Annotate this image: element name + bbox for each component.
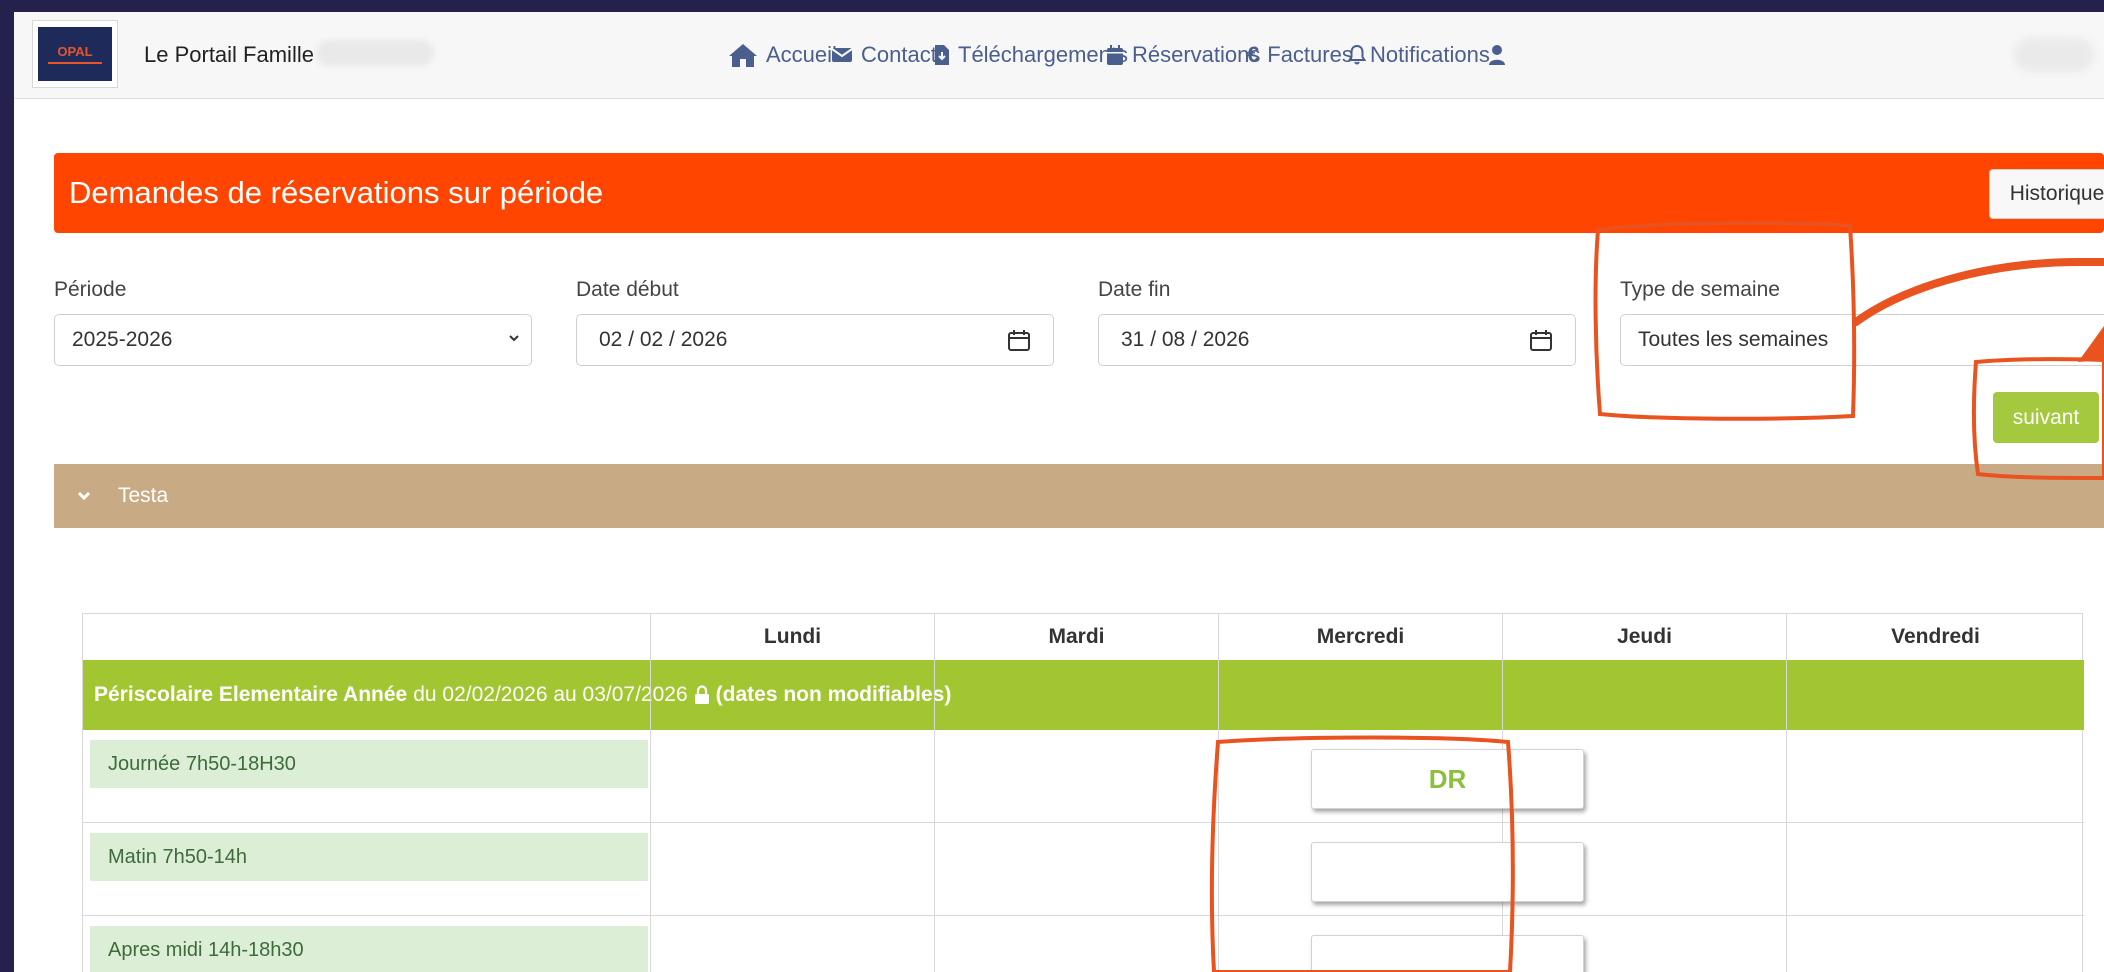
user-name-redacted <box>2014 38 2094 72</box>
table-header-day: Lundi <box>651 614 935 660</box>
nav-accueil-label: Accueil <box>766 42 837 67</box>
page-title: Demandes de réservations sur période <box>69 175 604 210</box>
app-window: OPAL Le Portail Famille Accueil Contact … <box>14 12 2104 972</box>
date-debut-label: Date début <box>576 278 679 301</box>
brand-name-redacted <box>316 40 434 66</box>
date-fin-label: Date fin <box>1098 278 1171 301</box>
euro-icon: € <box>1247 42 1260 67</box>
date-debut-value: 02 / 02 / 2026 <box>599 328 728 351</box>
home-icon <box>728 42 758 68</box>
slot-matin-mercredi[interactable] <box>1311 842 1584 902</box>
activity-dates: du 02/02/2026 au 03/07/2026 <box>413 683 688 706</box>
table-row: Matin 7h50-14h <box>83 823 2084 916</box>
nav-reservations-label: Réservations <box>1132 42 1261 67</box>
reservation-table: Lundi Mardi Mercredi Jeudi Vendredi Péri… <box>82 613 2084 972</box>
page-header-bar: Demandes de réservations sur période His… <box>54 153 2104 233</box>
nav-telechargements[interactable]: Téléchargements <box>934 40 1128 70</box>
calendar-icon <box>1106 44 1124 66</box>
column-divider <box>934 660 935 972</box>
activity-name: Périscolaire Elementaire Année <box>94 683 408 706</box>
column-divider <box>1502 660 1503 972</box>
row-label: Matin 7h50-14h <box>90 833 648 881</box>
suivant-button[interactable]: suivant <box>1993 392 2099 443</box>
date-debut-input[interactable]: 02 / 02 / 2026 <box>576 314 1054 366</box>
periode-select[interactable]: 2025-2026 <box>54 314 532 366</box>
calendar-picker-icon[interactable] <box>1007 328 1031 352</box>
column-divider <box>650 660 651 972</box>
activity-group-row: Périscolaire Elementaire Année du 02/02/… <box>83 660 2084 730</box>
nav-factures-label: Factures <box>1267 42 1353 67</box>
slot-journee-mercredi[interactable]: DR <box>1311 749 1584 809</box>
nav-telechargements-label: Téléchargements <box>958 42 1128 67</box>
user-menu[interactable] <box>1488 40 1514 70</box>
nav-notifications-label: Notifications <box>1370 42 1490 67</box>
opal-logo: OPAL <box>38 27 112 81</box>
nav-factures[interactable]: € Factures <box>1247 40 1353 70</box>
row-label: Journée 7h50-18H30 <box>90 740 648 788</box>
child-accordion-header[interactable]: Testa <box>54 464 2104 528</box>
logo-underline <box>48 61 102 64</box>
user-icon <box>1488 44 1506 66</box>
nav-notifications[interactable]: Notifications <box>1348 40 1490 70</box>
table-header-empty <box>83 614 651 660</box>
brand-title: Le Portail Famille <box>144 42 314 67</box>
table-row: Apres midi 14h-18h30 <box>83 916 2084 972</box>
child-name: Testa <box>118 484 169 507</box>
envelope-icon <box>831 46 853 64</box>
nav-contact-label: Contact <box>861 42 937 67</box>
chevron-down-icon <box>507 331 521 345</box>
date-fin-value: 31 / 08 / 2026 <box>1121 328 1250 351</box>
column-divider <box>1786 660 1787 972</box>
bell-icon <box>1348 44 1366 66</box>
activity-note: (dates non modifiables) <box>715 683 952 706</box>
nav-contact[interactable]: Contact <box>831 40 937 70</box>
calendar-picker-icon[interactable] <box>1529 328 1553 352</box>
date-fin-input[interactable]: 31 / 08 / 2026 <box>1098 314 1576 366</box>
table-header-day: Mardi <box>935 614 1219 660</box>
type-semaine-select[interactable]: Toutes les semaines <box>1620 314 2104 366</box>
type-semaine-label: Type de semaine <box>1620 278 1780 301</box>
type-semaine-value: Toutes les semaines <box>1638 328 1829 351</box>
column-divider <box>1218 660 1219 972</box>
periode-label: Période <box>54 278 127 301</box>
nav-reservations[interactable]: Réservations <box>1106 40 1260 70</box>
nav-accueil[interactable]: Accueil <box>728 40 837 70</box>
row-label: Apres midi 14h-18h30 <box>90 926 648 972</box>
table-header-day: Vendredi <box>1891 625 1980 648</box>
download-file-icon <box>934 44 950 66</box>
chevron-down-icon <box>76 488 92 504</box>
table-row: Journée 7h50-18H30 <box>83 730 2084 823</box>
table-header-day: Mercredi <box>1219 614 1503 660</box>
logo-link[interactable]: OPAL <box>32 20 118 88</box>
slot-apres-midi-mercredi[interactable] <box>1311 935 1584 972</box>
historique-button[interactable]: Historique <box>1989 169 2104 219</box>
table-header-day: Jeudi <box>1503 614 1787 660</box>
periode-value: 2025-2026 <box>72 328 173 351</box>
logo-text: OPAL <box>57 43 93 59</box>
lock-icon <box>694 685 710 705</box>
top-navbar: OPAL Le Portail Famille Accueil Contact … <box>14 12 2104 99</box>
